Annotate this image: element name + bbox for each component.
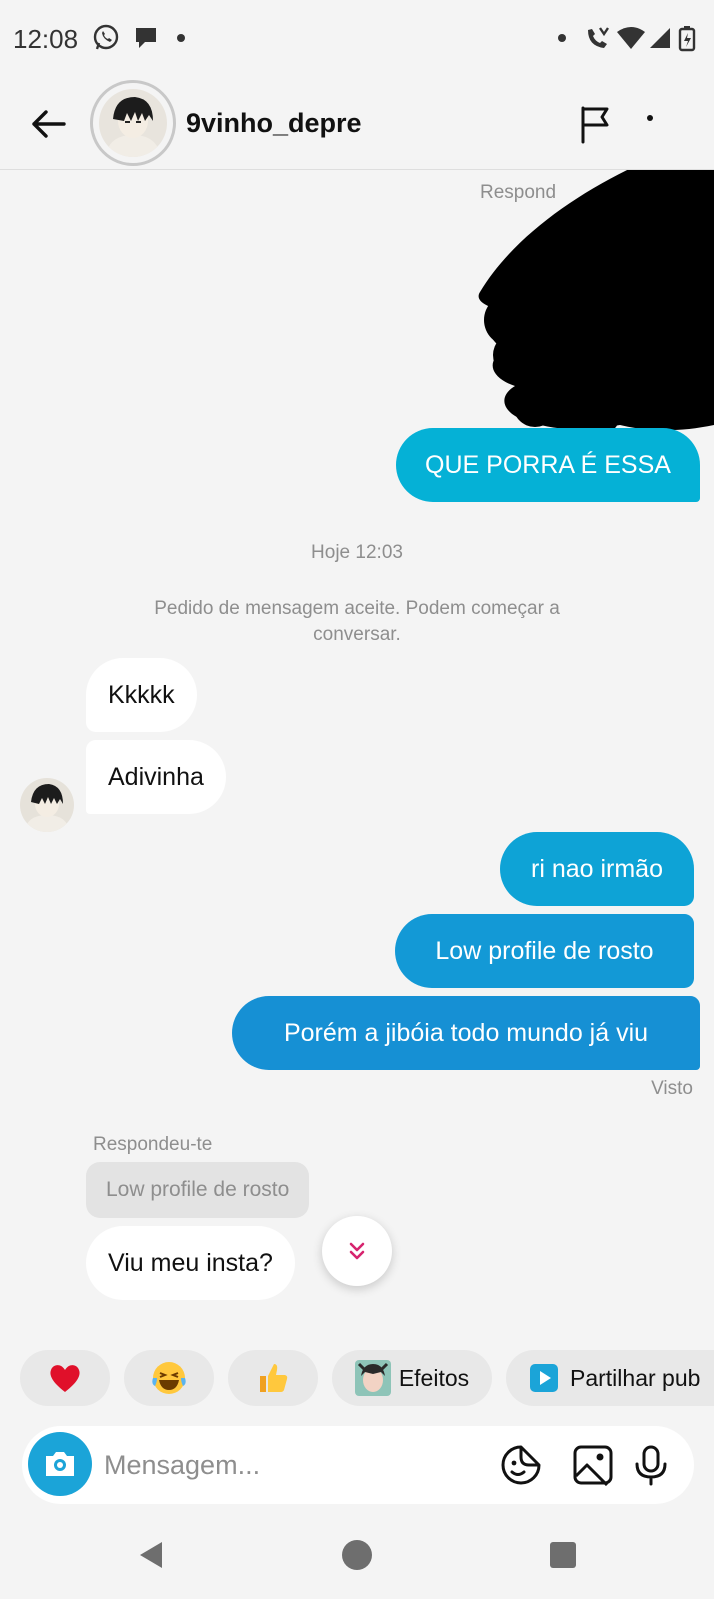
timestamp: Hoje 12:03 (311, 542, 403, 563)
redaction-scribble (478, 170, 714, 435)
laughing-emoji-icon (152, 1362, 186, 1394)
request-accepted-notice: Pedido de mensagem aceite. Podem começar… (154, 598, 560, 645)
quoted-text: Low profile de rosto (106, 1178, 290, 1201)
more-options-icon[interactable] (642, 114, 658, 138)
thumbs-up-emoji-icon (260, 1364, 288, 1392)
message-thread[interactable]: Respond QUE PORRA É ESSA Hoje 12:03 Pedi… (0, 170, 714, 1346)
effects-avatar-icon (354, 1360, 391, 1396)
message-text: QUE PORRA É ESSA (425, 450, 671, 479)
nav-back-icon[interactable] (134, 1538, 168, 1572)
share-post-button[interactable]: Partilhar pub (506, 1350, 714, 1406)
outgoing-message[interactable]: ri nao irmão (500, 832, 694, 906)
message-text: Adivinha (108, 762, 204, 791)
sticker-icon[interactable] (500, 1444, 542, 1486)
sender-avatar[interactable] (20, 778, 74, 832)
incoming-message[interactable]: Adivinha (86, 740, 226, 814)
quick-reactions-bar: Efeitos Partilhar pub (0, 1348, 714, 1408)
nav-home-icon[interactable] (340, 1538, 374, 1572)
play-icon (530, 1364, 558, 1392)
conversation-header: 9vinho_depre (0, 78, 714, 170)
avatar-image (99, 89, 167, 157)
conversation-username[interactable]: 9vinho_depre (186, 108, 362, 139)
profile-avatar[interactable] (90, 80, 176, 166)
gallery-icon[interactable] (572, 1444, 614, 1486)
effects-button[interactable]: Efeitos (332, 1350, 492, 1406)
reaction-heart[interactable] (20, 1350, 110, 1406)
effects-label: Efeitos (398, 1364, 470, 1391)
double-chevron-down-icon (349, 1242, 365, 1260)
incoming-message[interactable]: Viu meu insta? (86, 1226, 295, 1300)
scroll-to-bottom-button[interactable] (322, 1216, 392, 1286)
signal-icon (650, 28, 670, 48)
nav-recents-icon[interactable] (546, 1538, 580, 1572)
battery-icon (678, 26, 696, 52)
chat-app-icon (136, 28, 156, 48)
reaction-thumbs-up[interactable] (228, 1350, 318, 1406)
outgoing-message[interactable]: Porém a jibóia todo mundo já viu (232, 996, 700, 1070)
message-text: Viu meu insta? (108, 1248, 273, 1277)
reaction-laughing[interactable] (124, 1350, 214, 1406)
notification-dot-icon (558, 34, 566, 42)
seen-receipt: Visto (651, 1078, 693, 1099)
status-bar: 12:08 (0, 0, 714, 78)
heart-emoji-icon (50, 1365, 80, 1392)
reply-label: Respondeu-te (93, 1134, 213, 1155)
message-text: Porém a jibóia todo mundo já viu (283, 1018, 649, 1047)
outgoing-message[interactable]: Low profile de rosto (395, 914, 694, 988)
report-flag-icon[interactable] (578, 104, 614, 144)
wifi-icon (617, 27, 645, 49)
camera-icon (46, 1452, 74, 1476)
message-composer (22, 1426, 694, 1504)
message-text: Kkkkk (108, 680, 175, 709)
message-text: ri nao irmão (531, 854, 663, 883)
outgoing-message[interactable]: QUE PORRA É ESSA (396, 428, 700, 502)
incoming-message[interactable]: Kkkkk (86, 658, 197, 732)
reply-label: Respond (480, 182, 557, 203)
back-arrow-icon[interactable] (28, 104, 68, 144)
microphone-icon[interactable] (630, 1444, 672, 1486)
message-text: Low profile de rosto (435, 936, 654, 965)
wifi-calling-icon (588, 27, 609, 48)
notification-dot-icon (177, 34, 185, 42)
system-nav-bar (0, 1510, 714, 1599)
quoted-message[interactable]: Low profile de rosto (86, 1162, 310, 1218)
status-time: 12:08 (13, 24, 79, 54)
share-post-label: Partilhar pub (570, 1364, 701, 1391)
whatsapp-icon (93, 24, 119, 50)
camera-button[interactable] (28, 1432, 92, 1496)
message-input[interactable] (104, 1444, 484, 1486)
